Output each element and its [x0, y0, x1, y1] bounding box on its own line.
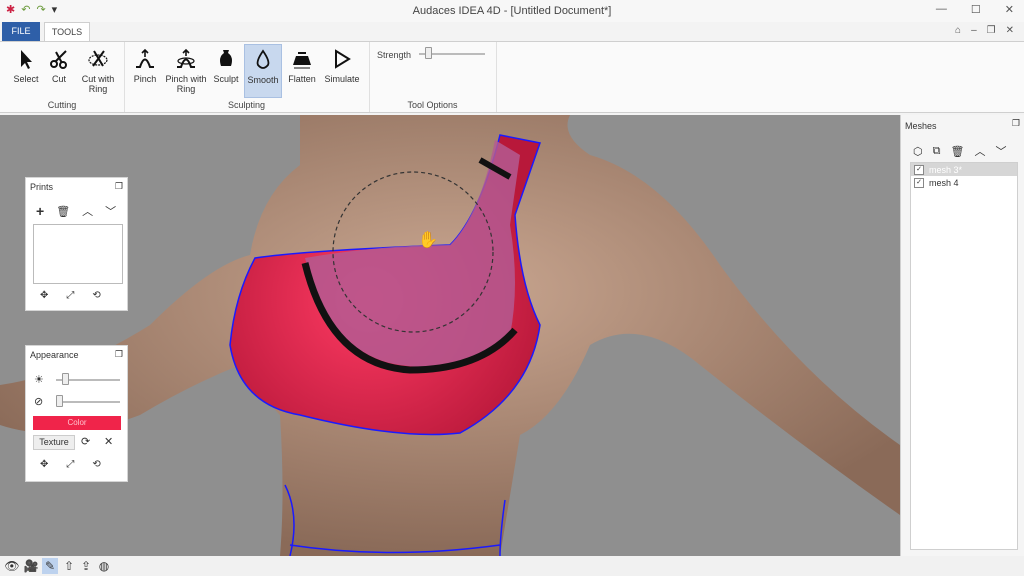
- hand-cursor-icon: ✋: [418, 230, 438, 249]
- title-bar: ✱ ↶ ↷ ▾ Audaces IDEA 4D - [Untitled Docu…: [0, 0, 1024, 22]
- view-eye-icon[interactable]: 👁: [4, 558, 20, 574]
- maximize-icon[interactable]: ☐: [971, 3, 981, 16]
- hide-icon: ⊘: [34, 396, 44, 408]
- pinch-with-ring-button[interactable]: Pinch with Ring: [164, 44, 208, 98]
- dock-icon[interactable]: ❐: [115, 349, 123, 360]
- dock-icon[interactable]: ❐: [1012, 118, 1020, 129]
- cursor-icon: [21, 50, 32, 69]
- visibility-slider-track[interactable]: [56, 401, 120, 403]
- remove-texture-icon[interactable]: ✕: [104, 435, 113, 448]
- status-bar: 👁 🎥 ✎ ⇧ ⇪ ◍: [0, 556, 1024, 576]
- smooth-button[interactable]: Smooth: [244, 44, 282, 98]
- cut-with-ring-button[interactable]: Cut with Ring: [76, 44, 120, 98]
- vase-icon: [220, 50, 232, 66]
- sculpting-group: Pinch Pinch with Ring Sculpt Smooth Flat…: [124, 42, 370, 112]
- scale-icon[interactable]: ⤢: [66, 290, 74, 301]
- doc-close-icon[interactable]: ✕: [1006, 25, 1014, 36]
- sculpt-button[interactable]: Sculpt: [210, 44, 242, 98]
- texture-button[interactable]: Texture: [33, 435, 75, 450]
- minimize-icon[interactable]: —: [936, 3, 947, 16]
- doc-minimize-icon[interactable]: –: [971, 25, 977, 36]
- ribbon-tabs: FILE TOOLS ⌂ – ❐ ✕: [0, 22, 1024, 41]
- brightness-slider-thumb[interactable]: [62, 373, 69, 385]
- list-item[interactable]: ✓ mesh 3*: [911, 163, 1017, 176]
- chevron-down-icon[interactable]: ﹀: [995, 143, 1006, 159]
- select-button[interactable]: Select: [8, 44, 44, 98]
- checkbox[interactable]: ✓: [914, 177, 924, 188]
- add-mesh-icon[interactable]: ⬡: [913, 145, 923, 158]
- rotate-icon[interactable]: ⟲: [92, 290, 100, 301]
- chevron-down-icon[interactable]: ﹀: [105, 203, 116, 219]
- doc-restore-icon[interactable]: ❐: [987, 25, 996, 36]
- meshes-toolbar: ⬡ ⧉ 🗑 ︿ ﹀: [913, 143, 1006, 159]
- appearance-panel: Appearance ❐ ☀ ⊘ Color Texture ⟳ ✕ ✥ ⤢ ⟲: [25, 345, 128, 482]
- move-icon[interactable]: ✥: [40, 459, 48, 470]
- drop-icon: [256, 49, 270, 69]
- prints-transform-tools: ✥ ⤢ ⟲: [40, 290, 101, 301]
- window-controls: — ☐ ✕: [936, 3, 1014, 16]
- cut-button[interactable]: Cut: [44, 44, 74, 98]
- cutting-group: Select Cut Cut with Ring Cutting: [0, 42, 125, 112]
- dock-icon[interactable]: ❐: [115, 181, 123, 192]
- ribbon: Select Cut Cut with Ring Cutting Pinch P…: [0, 41, 1024, 113]
- close-icon[interactable]: ✕: [1005, 3, 1014, 16]
- trash-icon[interactable]: 🗑: [56, 205, 70, 218]
- pinch-ring-icon: [177, 48, 195, 68]
- scissors-ring-icon: [88, 50, 108, 67]
- document-controls: ⌂ – ❐ ✕: [955, 25, 1014, 36]
- chevron-up-icon[interactable]: ︿: [974, 143, 985, 159]
- trash-icon[interactable]: 🗑: [950, 145, 964, 158]
- add-icon[interactable]: +: [36, 203, 44, 219]
- viewport-canvas: ✋: [0, 115, 900, 556]
- camera-icon[interactable]: 🎥: [23, 558, 39, 574]
- list-item[interactable]: ✓ mesh 4: [911, 176, 1017, 189]
- 3d-viewport[interactable]: ✋ Prints ❐ + 🗑 ︿ ﹀ ✥ ⤢ ⟲ Appearance ❐ ☀ …: [0, 115, 900, 556]
- strength-slider-thumb[interactable]: [425, 47, 432, 59]
- color-button[interactable]: Color: [33, 416, 121, 430]
- help-icon[interactable]: ⌂: [955, 25, 961, 36]
- up-arrow-icon[interactable]: ⇧: [61, 558, 77, 574]
- scale-icon[interactable]: ⤢: [66, 459, 74, 470]
- person-icon[interactable]: ⇪: [78, 558, 94, 574]
- pen-icon[interactable]: ✎: [42, 558, 58, 574]
- brightness-icon: ☀: [34, 374, 44, 386]
- tab-tools[interactable]: TOOLS: [44, 22, 90, 41]
- play-icon: [335, 49, 351, 69]
- tool-options-group: Strength Tool Options: [369, 42, 497, 112]
- tab-file[interactable]: FILE: [2, 22, 40, 41]
- globe-icon[interactable]: ◍: [96, 558, 112, 574]
- mesh-list: ✓ mesh 3* ✓ mesh 4: [910, 162, 1018, 550]
- chevron-up-icon[interactable]: ︿: [82, 203, 93, 219]
- move-icon[interactable]: ✥: [40, 290, 48, 301]
- appearance-transform-tools: ✥ ⤢ ⟲: [40, 459, 101, 470]
- iron-icon: [293, 52, 311, 69]
- pinch-icon: [136, 48, 154, 68]
- rotate-icon[interactable]: ⟲: [92, 459, 100, 470]
- checkbox[interactable]: ✓: [914, 164, 924, 175]
- visibility-slider-thumb[interactable]: [56, 395, 63, 407]
- duplicate-mesh-icon[interactable]: ⧉: [933, 145, 941, 158]
- pinch-button[interactable]: Pinch: [128, 44, 162, 98]
- simulate-button[interactable]: Simulate: [322, 44, 362, 98]
- meshes-panel: Meshes ❐ ⬡ ⧉ 🗑 ︿ ﹀ ✓ mesh 3* ✓ mesh 4: [900, 115, 1024, 556]
- prints-list[interactable]: [33, 224, 123, 284]
- prints-toolbar: + 🗑 ︿ ﹀: [36, 203, 116, 219]
- flatten-button[interactable]: Flatten: [284, 44, 320, 98]
- prints-panel: Prints ❐ + 🗑 ︿ ﹀ ✥ ⤢ ⟲: [25, 177, 128, 311]
- refresh-icon[interactable]: ⟳: [81, 435, 90, 448]
- window-title: Audaces IDEA 4D - [Untitled Document*]: [412, 5, 612, 17]
- scissors-icon: [50, 50, 67, 69]
